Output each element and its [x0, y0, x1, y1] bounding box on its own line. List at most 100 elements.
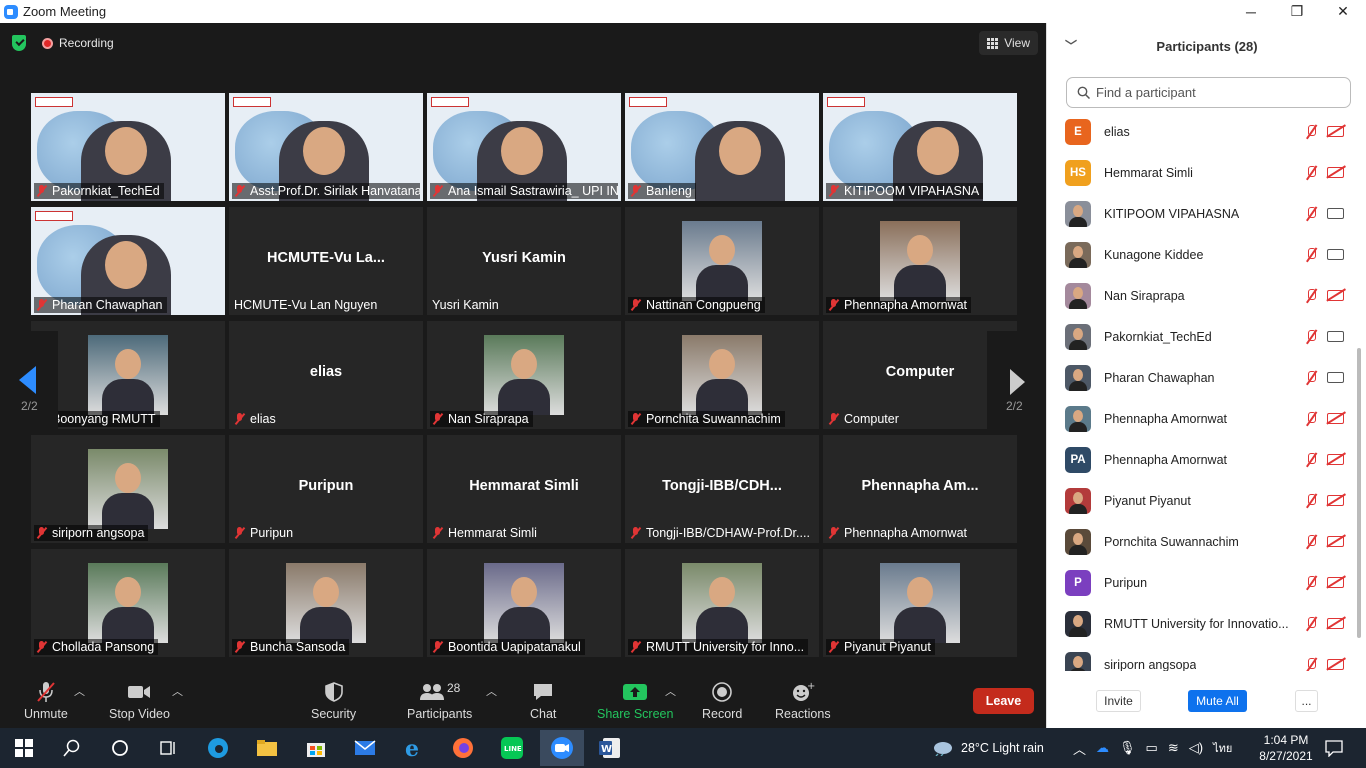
video-off-icon[interactable]	[1327, 659, 1344, 670]
video-tile[interactable]: Asst.Prof.Dr. Sirilak Hanvatananukul	[229, 93, 423, 201]
participant-list-scrollbar[interactable]	[1357, 348, 1361, 638]
task-view-icon[interactable]	[156, 736, 180, 760]
search-taskbar-icon[interactable]	[60, 736, 84, 760]
participant-row[interactable]: Pornchita Suwannachim	[1047, 521, 1357, 562]
muted-mic-icon[interactable]	[1304, 165, 1318, 181]
video-tile[interactable]: Phennapha Am... Phennapha Amornwat	[823, 435, 1017, 543]
muted-mic-icon[interactable]	[1304, 493, 1318, 509]
video-tile[interactable]: Boonyang RMUTT	[31, 321, 225, 429]
minimize-button[interactable]: ─	[1228, 0, 1274, 23]
video-off-icon[interactable]	[1327, 536, 1344, 547]
muted-mic-icon[interactable]	[1304, 370, 1318, 386]
video-tile[interactable]: Pakornkiat_TechEd	[31, 93, 225, 201]
video-off-icon[interactable]	[1327, 618, 1344, 629]
video-tile[interactable]: Nan Siraprapa	[427, 321, 621, 429]
internet-explorer-icon[interactable]: e	[402, 736, 426, 760]
video-off-icon[interactable]	[1327, 290, 1344, 301]
video-tile[interactable]: Boontida Uapipatanakul	[427, 549, 621, 657]
store-icon[interactable]	[304, 736, 328, 760]
line-app-icon[interactable]: LINE	[500, 736, 524, 760]
participant-row[interactable]: KITIPOOM VIPAHASNA	[1047, 193, 1357, 234]
video-tile[interactable]: Piyanut Piyanut	[823, 549, 1017, 657]
firefox-icon[interactable]	[451, 736, 475, 760]
participants-options-caret[interactable]: ︿	[486, 683, 497, 699]
recording-indicator[interactable]: Recording	[42, 33, 114, 53]
muted-mic-icon[interactable]	[1304, 206, 1318, 222]
maximize-button[interactable]: ❐	[1274, 0, 1320, 23]
encryption-shield-icon[interactable]	[12, 35, 26, 51]
security-button[interactable]: Security	[311, 681, 356, 721]
video-tile[interactable]: Buncha Sansoda	[229, 549, 423, 657]
leave-button[interactable]: Leave	[973, 688, 1034, 714]
mail-icon[interactable]	[353, 736, 377, 760]
record-button[interactable]: Record	[702, 681, 742, 721]
view-button[interactable]: View	[979, 31, 1038, 55]
video-camera-icon[interactable]	[1327, 249, 1344, 260]
stop-video-button[interactable]: Stop Video	[109, 681, 170, 721]
muted-mic-icon[interactable]	[1304, 124, 1318, 140]
video-tile[interactable]: Banleng	[625, 93, 819, 201]
share-screen-button[interactable]: Share Screen	[597, 681, 673, 721]
participant-row[interactable]: Kunagone Kiddee	[1047, 234, 1357, 275]
show-hidden-icons-chevron-icon[interactable]: ︿	[1073, 739, 1086, 758]
muted-mic-icon[interactable]	[1304, 452, 1318, 468]
video-tile[interactable]: Pharan Chawaphan	[31, 207, 225, 315]
volume-icon[interactable]: ◁)	[1189, 740, 1203, 756]
muted-mic-icon[interactable]	[1304, 247, 1318, 263]
cortana-icon[interactable]	[108, 736, 132, 760]
more-options-button[interactable]: ...	[1295, 690, 1318, 712]
invite-button[interactable]: Invite	[1096, 690, 1141, 712]
close-button[interactable]: ✕	[1320, 0, 1366, 23]
onedrive-cloud-icon[interactable]: ☁	[1096, 740, 1109, 756]
video-off-icon[interactable]	[1327, 495, 1344, 506]
muted-mic-icon[interactable]	[1304, 616, 1318, 632]
video-tile[interactable]: RMUTT University for Inno...	[625, 549, 819, 657]
input-language[interactable]: ไทย	[1213, 739, 1232, 757]
video-camera-icon[interactable]	[1327, 208, 1344, 219]
muted-mic-icon[interactable]	[1304, 534, 1318, 550]
participant-row[interactable]: HS Hemmarat Simli	[1047, 152, 1357, 193]
video-tile[interactable]: Tongji-IBB/CDH... Tongji-IBB/CDHAW-Prof.D…	[625, 435, 819, 543]
video-tile[interactable]: KITIPOOM VIPAHASNA	[823, 93, 1017, 201]
audio-options-caret[interactable]: ︿	[74, 683, 85, 699]
video-tile[interactable]: Chollada Pansong	[31, 549, 225, 657]
video-tile[interactable]: Puripun Puripun	[229, 435, 423, 543]
battery-icon[interactable]: ▭	[1146, 740, 1158, 756]
participant-row[interactable]: Eelias	[1047, 111, 1357, 152]
participant-search[interactable]	[1066, 77, 1351, 108]
collapse-panel-chevron-icon[interactable]: ﹀	[1065, 37, 1077, 54]
video-off-icon[interactable]	[1327, 413, 1344, 424]
video-tile[interactable]: Nattinan Congpueng	[625, 207, 819, 315]
muted-mic-icon[interactable]	[1304, 329, 1318, 345]
video-camera-icon[interactable]	[1327, 331, 1344, 342]
muted-mic-icon[interactable]	[1304, 657, 1318, 672]
video-off-icon[interactable]	[1327, 167, 1344, 178]
edge-browser-icon[interactable]	[206, 736, 230, 760]
video-off-icon[interactable]	[1327, 577, 1344, 588]
video-tile[interactable]: Ana Ismail Sastrawiria_ UPI IN...	[427, 93, 621, 201]
muted-mic-icon[interactable]	[1304, 411, 1318, 427]
video-off-icon[interactable]	[1327, 126, 1344, 137]
video-tile[interactable]: siriporn angsopa	[31, 435, 225, 543]
participant-row[interactable]: Piyanut Piyanut	[1047, 480, 1357, 521]
participant-row[interactable]: RMUTT University for Innovatio...	[1047, 603, 1357, 644]
participant-row[interactable]: Nan Siraprapa	[1047, 275, 1357, 316]
video-tile[interactable]: Pornchita Suwannachim	[625, 321, 819, 429]
participant-row[interactable]: PA Phennapha Amornwat	[1047, 439, 1357, 480]
microphone-icon[interactable]: 🎙	[1119, 740, 1136, 756]
video-tile[interactable]: Yusri Kamin Yusri Kamin	[427, 207, 621, 315]
video-camera-icon[interactable]	[1327, 372, 1344, 383]
chat-button[interactable]: Chat	[530, 681, 556, 721]
muted-mic-icon[interactable]	[1304, 288, 1318, 304]
participants-button[interactable]: 28 Participants	[407, 681, 472, 721]
zoom-taskbar-icon[interactable]	[540, 730, 584, 766]
video-tile[interactable]: Phennapha Amornwat	[823, 207, 1017, 315]
muted-mic-icon[interactable]	[1304, 575, 1318, 591]
reactions-button[interactable]: + Reactions	[775, 681, 831, 721]
file-explorer-icon[interactable]	[255, 736, 279, 760]
video-tile[interactable]: Hemmarat Simli Hemmarat Simli	[427, 435, 621, 543]
next-page-button[interactable]	[987, 331, 1030, 429]
participant-row[interactable]: P Puripun	[1047, 562, 1357, 603]
notifications-icon[interactable]	[1322, 736, 1346, 760]
wifi-icon[interactable]: ≋	[1168, 740, 1179, 756]
